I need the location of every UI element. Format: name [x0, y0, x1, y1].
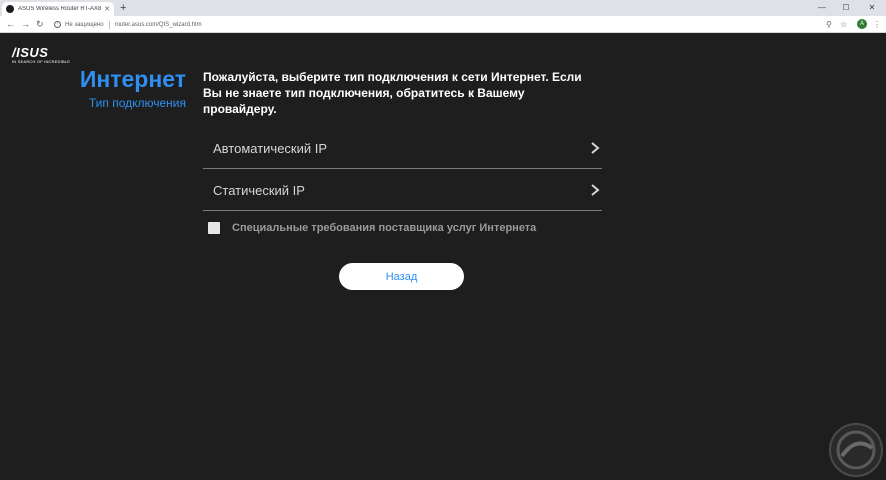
asus-logo: /ISUS IN SEARCH OF INCREDIBLE	[12, 45, 70, 64]
bookmark-star-icon[interactable]: ☆	[840, 18, 847, 31]
new-tab-icon[interactable]: +	[120, 1, 126, 15]
zoom-icon[interactable]: ⚲	[826, 18, 832, 31]
option-static-ip[interactable]: Статический IP	[203, 170, 602, 211]
router-page: /ISUS IN SEARCH OF INCREDIBLE Интернет Т…	[0, 34, 886, 480]
forward-arrow-icon[interactable]: →	[21, 18, 30, 31]
back-arrow-icon[interactable]: ←	[6, 18, 15, 31]
browser-toolbar: ← → ↻ ! Не защищено router.asus.com/QIS_…	[0, 16, 886, 33]
option-label: Статический IP	[213, 182, 305, 198]
minimize-icon[interactable]: —	[810, 0, 834, 16]
special-requirements-label[interactable]: Специальные требования поставщика услуг …	[232, 222, 536, 234]
logo-brand: /ISUS	[12, 45, 49, 60]
maximize-icon[interactable]: ☐	[834, 0, 858, 16]
connection-type-prompt: Пожалуйста, выберите тип подключения к с…	[203, 70, 582, 116]
close-window-icon[interactable]: ✕	[860, 0, 884, 16]
close-tab-icon[interactable]: ✕	[104, 5, 110, 13]
url-text[interactable]: router.asus.com/QIS_wizard.htm	[115, 22, 202, 28]
chevron-right-icon	[591, 142, 600, 154]
address-bar[interactable]: ! Не защищено router.asus.com/QIS_wizard…	[54, 18, 854, 31]
omnibox-divider	[108, 20, 110, 29]
info-icon[interactable]: !	[54, 21, 61, 28]
favicon-icon	[6, 5, 14, 13]
insecure-label: Не защищено	[65, 21, 104, 28]
tab-title: ASUS Wireless Router RT-AX86U	[18, 6, 102, 12]
watermark-logo-icon	[829, 423, 883, 477]
page-subtitle: Тип подключения	[88, 96, 186, 110]
logo-tagline: IN SEARCH OF INCREDIBLE	[12, 59, 71, 64]
chevron-right-icon	[591, 184, 600, 196]
special-requirements-row: Специальные требования поставщика услуг …	[208, 222, 536, 234]
option-automatic-ip[interactable]: Автоматический IP	[203, 128, 602, 169]
special-requirements-checkbox[interactable]	[208, 222, 220, 234]
browser-tab[interactable]: ASUS Wireless Router RT-AX86U ✕	[2, 2, 114, 16]
reload-icon[interactable]: ↻	[36, 18, 44, 31]
browser-tab-bar: ASUS Wireless Router RT-AX86U ✕ + — ☐ ✕	[0, 0, 886, 16]
page-title: Интернет	[79, 66, 186, 92]
back-button[interactable]: Назад	[339, 263, 464, 290]
menu-icon[interactable]: ⋮	[873, 18, 881, 31]
option-label: Автоматический IP	[213, 140, 328, 156]
profile-avatar[interactable]: A	[857, 19, 867, 29]
